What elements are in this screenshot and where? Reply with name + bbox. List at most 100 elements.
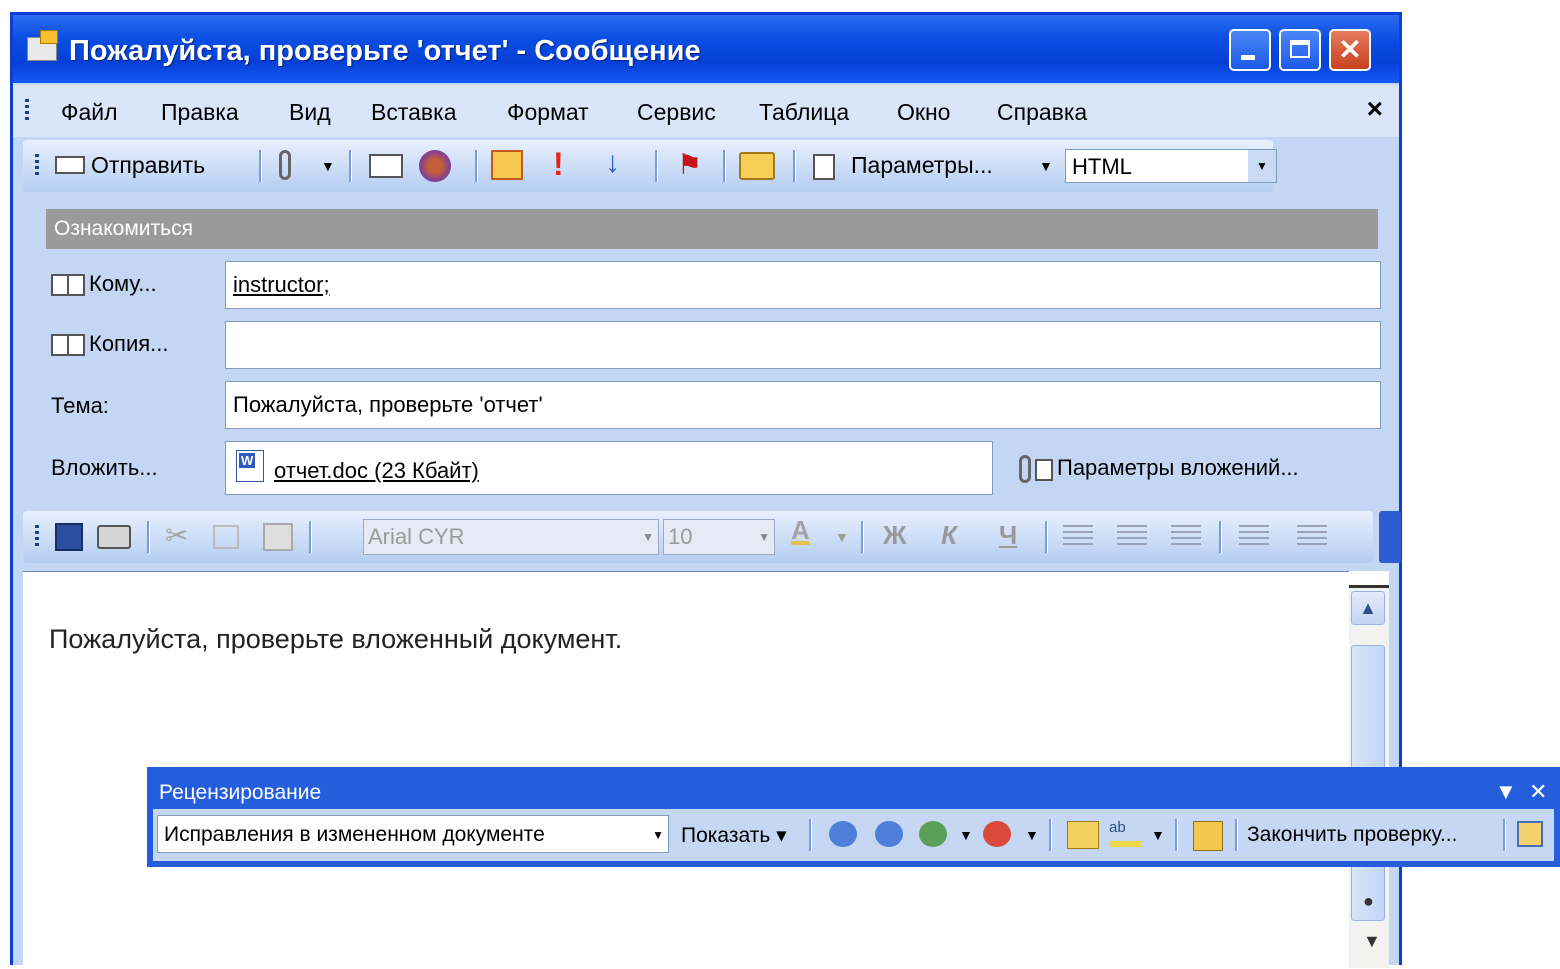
separator — [1503, 819, 1506, 851]
permissions-icon[interactable] — [491, 150, 523, 180]
numbered-list-icon[interactable] — [1239, 525, 1269, 547]
minimize-button[interactable] — [1229, 29, 1271, 71]
address-book-icon — [51, 274, 85, 297]
next-page-icon[interactable]: ▼ — [1363, 931, 1381, 952]
menu-tools[interactable]: Сервис — [637, 99, 716, 126]
font-color-button[interactable]: A — [791, 515, 810, 546]
split-handle[interactable] — [1349, 571, 1389, 588]
close-icon[interactable]: ✕ — [1529, 779, 1547, 805]
menu-file[interactable]: Файл — [61, 99, 118, 126]
chevron-down-icon: ▼ — [642, 530, 654, 544]
attachment-options-button[interactable]: Параметры вложений... — [1013, 451, 1363, 487]
separator — [723, 150, 726, 182]
menu-view[interactable]: Вид — [289, 99, 331, 126]
accept-change-icon[interactable] — [919, 821, 947, 847]
separator — [1175, 819, 1178, 851]
grip-handle[interactable] — [25, 99, 29, 123]
menu-edit[interactable]: Правка — [161, 99, 239, 126]
separator — [809, 819, 812, 851]
separator — [147, 521, 150, 553]
subject-field[interactable]: Пожалуйста, проверьте 'отчет' — [225, 381, 1381, 429]
grip-handle[interactable] — [35, 525, 39, 549]
check-names-icon[interactable] — [419, 150, 451, 182]
menu-format[interactable]: Формат — [507, 99, 589, 126]
reviewing-pane-icon[interactable] — [1193, 821, 1223, 851]
message-format-select[interactable]: HTML ▼ — [1065, 149, 1277, 183]
print-icon[interactable] — [97, 525, 131, 549]
options-icon — [1035, 459, 1053, 481]
underline-button[interactable]: Ч — [999, 520, 1017, 551]
reviewing-toolbar-buttons: Исправления в измененном документе ▼ Пок… — [153, 809, 1554, 861]
attach-button[interactable]: Вложить... — [51, 455, 158, 481]
previous-change-icon[interactable] — [829, 821, 857, 847]
info-bar: Ознакомиться — [46, 209, 1378, 249]
formatting-toolbar: ✂ Arial CYR ▼ 10 ▼ A ▼ Ж К Ч — [23, 511, 1401, 563]
attach-dropdown-icon[interactable]: ▼ — [321, 158, 335, 174]
menu-close-icon[interactable]: × — [1367, 93, 1383, 125]
scroll-up-button[interactable]: ▲ — [1351, 591, 1385, 625]
paste-icon[interactable] — [263, 523, 293, 551]
font-select[interactable]: Arial CYR ▼ — [363, 519, 659, 555]
low-importance-icon[interactable]: ↓ — [605, 146, 620, 180]
to-value: instructor; — [233, 272, 330, 297]
bulleted-list-icon[interactable] — [1297, 525, 1327, 547]
align-center-icon[interactable] — [1117, 525, 1147, 547]
menu-table[interactable]: Таблица — [759, 99, 849, 126]
separator — [349, 150, 352, 182]
highlight-icon[interactable]: ab — [1109, 819, 1141, 847]
to-field[interactable]: instructor; — [225, 261, 1381, 309]
to-button[interactable]: Кому... — [51, 271, 157, 297]
maximize-button[interactable] — [1279, 29, 1321, 71]
title-bar[interactable]: Пожалуйста, проверьте 'отчет' - Сообщени… — [13, 15, 1399, 83]
copy-icon[interactable] — [213, 525, 239, 549]
bold-button[interactable]: Ж — [883, 520, 907, 551]
paperclip-icon[interactable] — [279, 150, 291, 180]
body-text: Пожалуйста, проверьте вложенный документ… — [49, 624, 623, 654]
reviewing-toolbar-title: Рецензирование — [159, 781, 322, 804]
to-label: Кому... — [89, 271, 157, 296]
font-value: Arial CYR — [368, 524, 465, 549]
next-change-icon[interactable] — [875, 821, 903, 847]
menu-bar: Файл Правка Вид Вставка Формат Сервис Та… — [13, 85, 1399, 137]
menu-window[interactable]: Окно — [897, 99, 950, 126]
open-folder-icon[interactable] — [739, 152, 775, 180]
options-button[interactable]: Параметры... ▼ — [807, 148, 1059, 184]
save-icon[interactable] — [55, 523, 83, 551]
align-left-icon[interactable] — [1063, 525, 1093, 547]
accept-dropdown-icon[interactable]: ▼ — [959, 827, 973, 843]
cc-field[interactable] — [225, 321, 1381, 369]
toolbar-options-icon[interactable] — [1379, 511, 1401, 563]
close-button[interactable]: ✕ — [1329, 29, 1371, 71]
close-icon: ✕ — [1338, 34, 1362, 65]
finish-review-button[interactable]: Закончить проверку... — [1247, 823, 1457, 847]
send-button[interactable]: Отправить — [51, 148, 241, 184]
reject-change-icon[interactable] — [983, 821, 1011, 847]
save-version-icon[interactable] — [1517, 821, 1543, 847]
message-format-value: HTML — [1072, 154, 1132, 179]
cut-icon[interactable]: ✂ — [165, 519, 188, 552]
insert-comment-icon[interactable] — [1067, 821, 1099, 849]
highlight-dropdown-icon[interactable]: ▼ — [1151, 827, 1165, 843]
high-importance-icon[interactable]: ! — [553, 146, 564, 183]
align-right-icon[interactable] — [1171, 525, 1201, 547]
flag-icon[interactable]: ⚑ — [677, 148, 702, 181]
word-document-icon — [236, 450, 264, 482]
reviewing-toolbar[interactable]: Рецензирование ▼ ✕ Исправления в изменен… — [147, 767, 1560, 867]
toolbar-options-dropdown-icon[interactable]: ▼ — [1495, 779, 1517, 805]
show-menu-button[interactable]: Показать ▾ — [681, 823, 787, 848]
attachment-field[interactable]: отчет.doc (23 Кбайт) — [225, 441, 993, 495]
address-book-icon[interactable] — [369, 154, 403, 178]
grip-handle[interactable] — [35, 154, 39, 178]
font-color-dropdown-icon[interactable]: ▼ — [835, 529, 849, 545]
select-browse-object-icon[interactable]: ● — [1363, 891, 1374, 912]
separator — [259, 150, 262, 182]
font-size-select[interactable]: 10 ▼ — [663, 519, 775, 555]
menu-insert[interactable]: Вставка — [371, 99, 457, 126]
cc-button[interactable]: Копия... — [51, 331, 169, 357]
italic-button[interactable]: К — [941, 520, 957, 551]
menu-help[interactable]: Справка — [997, 99, 1087, 126]
attachment-item[interactable]: отчет.doc (23 Кбайт) — [274, 458, 479, 484]
display-for-review-select[interactable]: Исправления в измененном документе ▼ — [157, 815, 669, 853]
reject-dropdown-icon[interactable]: ▼ — [1025, 827, 1039, 843]
minimize-icon — [1241, 55, 1255, 60]
